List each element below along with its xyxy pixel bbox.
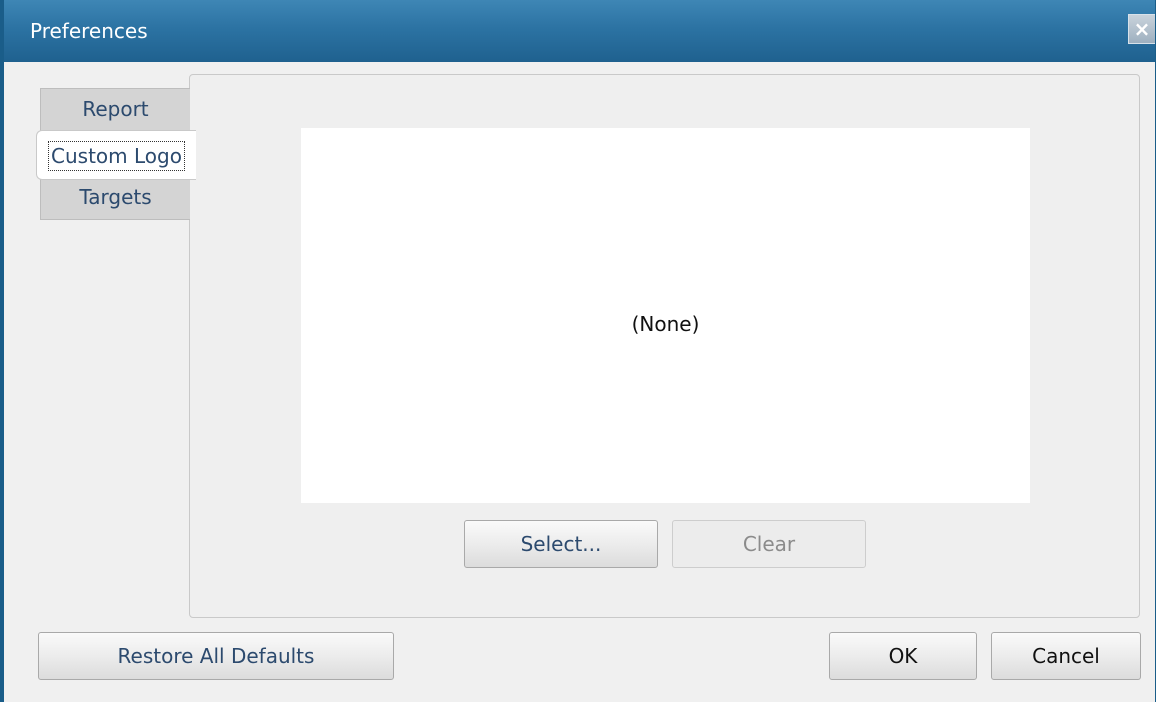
tab-targets-label: Targets xyxy=(79,185,152,209)
tab-targets[interactable]: Targets xyxy=(40,176,190,220)
close-button[interactable]: × xyxy=(1128,14,1155,44)
ok-button[interactable]: OK xyxy=(829,632,977,680)
tab-report-label: Report xyxy=(82,97,149,121)
tab-custom-logo[interactable]: Custom Logo xyxy=(36,130,196,180)
title-bar: Preferences × xyxy=(4,0,1155,62)
select-logo-button[interactable]: Select... xyxy=(464,520,658,568)
tab-report[interactable]: Report xyxy=(40,88,190,132)
logo-preview: (None) xyxy=(301,128,1030,503)
logo-preview-text: (None) xyxy=(631,312,700,336)
preferences-dialog: Preferences × Report Custom Logo Targets… xyxy=(0,0,1156,702)
close-icon: × xyxy=(1133,17,1151,41)
window-title: Preferences xyxy=(30,19,148,43)
tab-custom-logo-label: Custom Logo xyxy=(48,141,185,171)
restore-defaults-button[interactable]: Restore All Defaults xyxy=(38,632,394,680)
cancel-button[interactable]: Cancel xyxy=(991,632,1141,680)
clear-logo-button[interactable]: Clear xyxy=(672,520,866,568)
